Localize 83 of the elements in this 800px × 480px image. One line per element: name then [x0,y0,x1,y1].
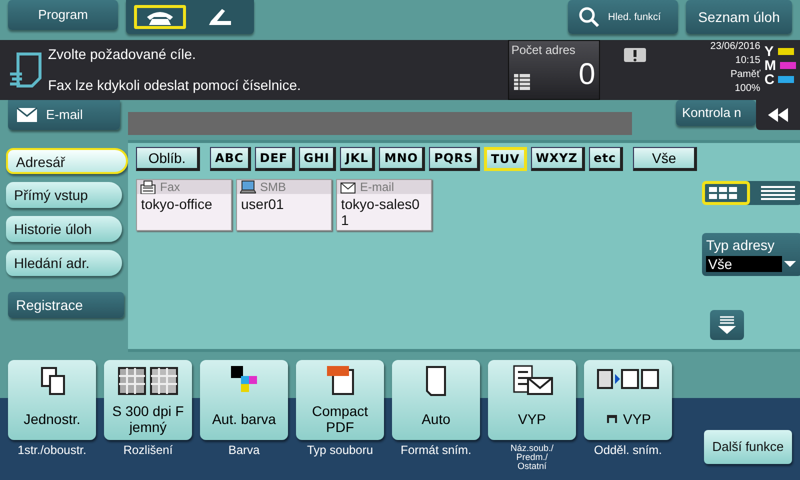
function-caption: Typ souboru [306,444,374,456]
fax-icon [140,180,156,194]
index-tab[interactable]: PQRS [429,147,480,171]
memory-text: 100% [734,82,760,96]
sidebar-tab[interactable]: Adresář [6,148,128,174]
envelope-icon [340,180,356,194]
function-button[interactable]: Compact PDF [296,360,384,440]
function-value: Aut. barva [212,410,276,426]
time-text: 10:15 [735,54,760,68]
list-icon [513,73,532,91]
resolution-icon [117,364,179,398]
function-value: VYP [622,410,651,426]
index-tab[interactable]: TUV [484,147,527,171]
scroll-down-button[interactable] [710,310,744,340]
address-card[interactable]: E-mail tokyo-sales01 [336,179,432,231]
address-type: E-mail [360,180,394,194]
message-text: Fax lze kdykoli odeslat pomocí číselnice. [48,76,302,95]
check-button[interactable]: Kontrola n [676,100,756,126]
index-tab[interactable]: Vše [633,147,698,171]
address-card[interactable]: SMB user01 [236,179,332,231]
function-button[interactable]: VYP [584,360,672,440]
address-card[interactable]: Fax tokyo-office [136,179,232,231]
rewind-icon [768,108,788,122]
program-button[interactable]: Program [8,0,118,30]
function-button[interactable]: Auto [392,360,480,440]
toner-letter: C [764,73,774,85]
function-value: VYP [518,410,546,426]
function-caption: Rozlišení [123,444,173,456]
index-tab[interactable]: Oblíb. [136,147,200,171]
function-value: Jednostr. [24,410,80,426]
index-tab[interactable]: GHI [298,147,336,171]
date-text: 23/06/2016 [710,40,760,54]
scroll-down-icon [716,315,738,335]
index-tab[interactable]: etc [588,147,624,171]
function-button[interactable]: S 300 dpi F jemný [104,360,192,440]
address-name: user01 [240,195,285,214]
view-mode-button[interactable] [702,181,750,205]
address-type: Fax [160,180,180,194]
warning-icon [624,48,646,62]
caret-icon [782,259,798,269]
index-tab[interactable]: DEF [254,147,295,171]
toner-letter: M [764,59,776,71]
sidebar-tab[interactable]: Historie úloh [6,216,122,242]
function-value: S 300 dpi F jemný [111,402,185,434]
count-label: Počet adres [510,42,576,59]
index-tab[interactable]: WXYZ [530,147,585,171]
function-value: Compact PDF [310,402,370,434]
pdf-icon [325,364,355,398]
function-value: Auto [422,410,450,426]
job-list-button[interactable]: Seznam úloh [686,0,792,34]
computer-icon [240,180,256,194]
search-button[interactable]: Hled. funkcí [568,0,678,34]
sidebar-tab[interactable]: Přímý vstup [6,182,122,208]
dropdown-label: Typ adresy [706,236,776,255]
address-name: tokyo-office [140,195,214,214]
address-type: SMB [260,180,286,194]
memory-label: Paměť [730,68,760,82]
function-caption: Náz.soub./ Predm./ Ostatní [509,444,555,471]
register-button[interactable]: Registrace [8,292,124,318]
sidebar-tab[interactable]: Hledání adr. [6,250,122,276]
function-caption: Barva [228,444,260,456]
message-text: Zvolte požadované cíle. [48,45,197,64]
function-button[interactable]: Aut. barva [200,360,288,440]
address-type-dropdown[interactable]: Typ adresy Vše [702,233,800,276]
index-tab[interactable]: ABC [210,147,251,171]
mode-tab[interactable] [134,5,186,29]
index-tab[interactable]: JKL [340,147,376,171]
index-tab[interactable]: MNO [379,147,426,171]
toner-letter: Y [764,45,774,57]
function-caption: 1str./oboustr. [18,444,86,456]
dropdown-value: Vše [706,256,782,272]
list-icon [759,185,798,201]
address-name: tokyo-sales01 [340,195,421,230]
collapse-button[interactable] [756,100,800,130]
function-caption: Odděl. sním. [594,444,662,456]
envelope-icon [16,107,38,123]
function-button[interactable]: VYP [488,360,576,440]
function-caption: Formát sním. [400,444,472,456]
more-functions-button[interactable]: Další funkce [704,430,792,464]
email-tab[interactable]: E-mail [8,100,120,130]
function-button[interactable]: Jednostr. [8,360,96,440]
address-count: 0 [578,59,596,91]
search-icon [578,6,600,28]
